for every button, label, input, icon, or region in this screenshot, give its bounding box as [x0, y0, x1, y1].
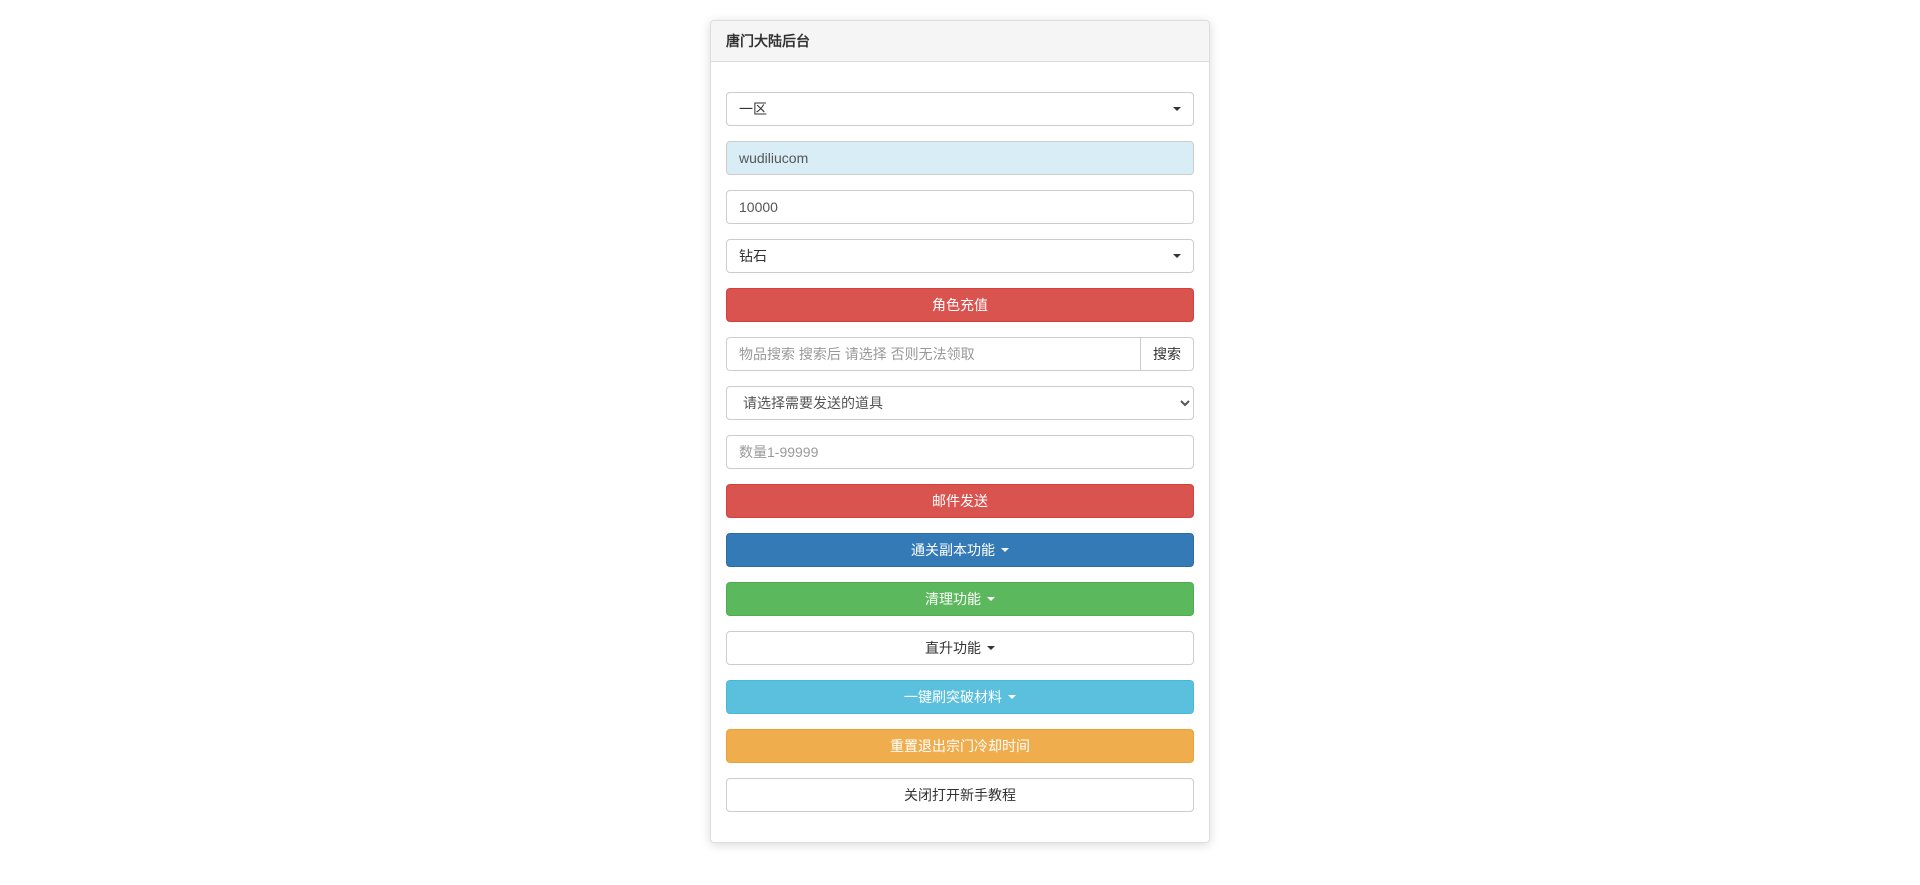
zone-select[interactable]: 一区 — [726, 92, 1194, 126]
item-search-input[interactable] — [726, 337, 1140, 371]
panel-body: 一区 钻石 角色充值 搜索 — [711, 62, 1209, 842]
search-button[interactable]: 搜索 — [1140, 337, 1194, 371]
dungeon-dropdown-button[interactable]: 通关副本功能 — [726, 533, 1194, 567]
caret-down-icon — [1173, 107, 1181, 111]
caret-down-icon — [1173, 254, 1181, 258]
caret-down-icon — [1008, 695, 1016, 699]
recharge-button[interactable]: 角色充值 — [726, 288, 1194, 322]
panel-title: 唐门大陆后台 — [711, 21, 1209, 62]
currency-select[interactable]: 钻石 — [726, 239, 1194, 273]
upgrade-dropdown-button[interactable]: 直升功能 — [726, 631, 1194, 665]
cleanup-dropdown-button[interactable]: 清理功能 — [726, 582, 1194, 616]
cleanup-button-label: 清理功能 — [925, 589, 981, 609]
account-input[interactable] — [726, 141, 1194, 175]
caret-down-icon — [987, 646, 995, 650]
material-button-label: 一键刷突破材料 — [904, 687, 1002, 707]
dungeon-button-label: 通关副本功能 — [911, 540, 995, 560]
reset-cooldown-button[interactable]: 重置退出宗门冷却时间 — [726, 729, 1194, 763]
upgrade-button-label: 直升功能 — [925, 638, 981, 658]
caret-down-icon — [1001, 548, 1009, 552]
item-select[interactable]: 请选择需要发送的道具 — [726, 386, 1194, 420]
zone-select-value: 一区 — [739, 99, 767, 119]
quantity-input[interactable] — [726, 435, 1194, 469]
material-dropdown-button[interactable]: 一键刷突破材料 — [726, 680, 1194, 714]
caret-down-icon — [987, 597, 995, 601]
currency-select-value: 钻石 — [739, 246, 767, 266]
mail-send-button[interactable]: 邮件发送 — [726, 484, 1194, 518]
admin-panel: 唐门大陆后台 一区 钻石 角色充值 搜 — [710, 20, 1210, 843]
tutorial-toggle-button[interactable]: 关闭打开新手教程 — [726, 778, 1194, 812]
amount-input[interactable] — [726, 190, 1194, 224]
item-search-group: 搜索 — [726, 337, 1194, 371]
